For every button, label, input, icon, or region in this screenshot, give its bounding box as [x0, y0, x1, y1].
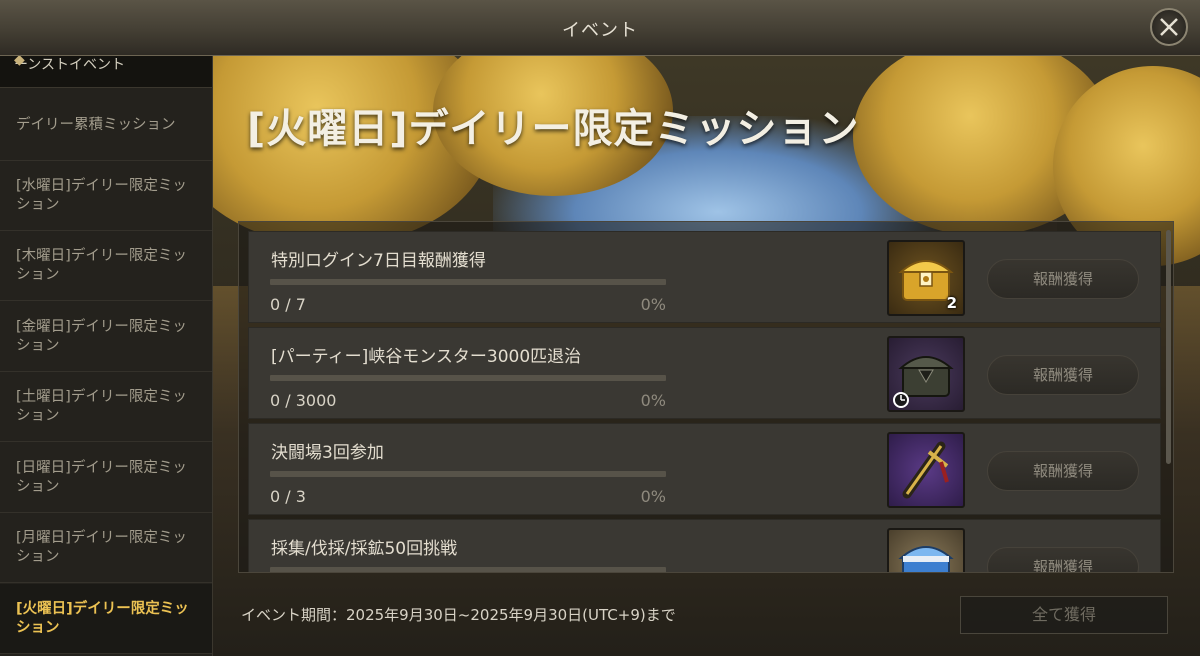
- reward-slot[interactable]: [887, 432, 965, 508]
- sidebar-item-label: [金曜日]デイリー限定ミッション: [16, 318, 187, 354]
- sidebar-item-saturday[interactable]: [土曜日]デイリー限定ミッション: [0, 372, 212, 442]
- progress-percent: 0%: [640, 295, 666, 314]
- sidebar-item-label: [月曜日]デイリー限定ミッション: [16, 529, 187, 565]
- progress-bar: [270, 279, 666, 285]
- mission-row: 特別ログイン7日目報酬獲得 0 / 7 0% 2 報酬獲得: [248, 231, 1161, 323]
- chevron-down-icon: ◆: [14, 56, 25, 68]
- sidebar-item-tuesday[interactable]: [火曜日]デイリー限定ミッション: [0, 584, 212, 654]
- claim-reward-button[interactable]: 報酬獲得: [987, 547, 1139, 572]
- sidebar-item-sunday[interactable]: [日曜日]デイリー限定ミッション: [0, 443, 212, 513]
- sidebar-item-label: デイリー累積ミッション: [16, 117, 176, 133]
- progress-percent: 0%: [640, 391, 666, 410]
- sidebar-item-thursday[interactable]: [木曜日]デイリー限定ミッション: [0, 231, 212, 301]
- sidebar-category-header[interactable]: ーンストイベント ◆: [0, 56, 212, 88]
- sidebar-item-label: [日曜日]デイリー限定ミッション: [16, 459, 187, 495]
- progress-percent: 0%: [640, 487, 666, 506]
- mission-name: 特別ログイン7日目報酬獲得: [271, 251, 486, 271]
- reward-slot[interactable]: [887, 336, 965, 412]
- page-title: [火曜日]デイリー限定ミッション: [247, 106, 860, 152]
- progress-count: 0 / 3000: [270, 391, 337, 410]
- mission-list[interactable]: 特別ログイン7日目報酬獲得 0 / 7 0% 2 報酬獲得 [パーティー]峡谷モ…: [238, 221, 1174, 573]
- mission-name: 決闘場3回参加: [271, 443, 384, 463]
- claim-all-button[interactable]: 全て獲得: [960, 596, 1168, 634]
- mission-name: 採集/伐採/採鉱50回挑戦: [271, 539, 458, 559]
- sidebar-item-monday[interactable]: [月曜日]デイリー限定ミッション: [0, 513, 212, 583]
- window-title: イベント: [562, 20, 638, 41]
- event-sidebar: ーンストイベント ◆ デイリー累積ミッション [水曜日]デイリー限定ミッション …: [0, 56, 213, 656]
- close-button[interactable]: [1150, 8, 1188, 46]
- sidebar-item-label: [水曜日]デイリー限定ミッション: [16, 177, 187, 213]
- sidebar-item-label: [木曜日]デイリー限定ミッション: [16, 247, 187, 283]
- reward-slot[interactable]: 2: [887, 240, 965, 316]
- progress-count: 0 / 7: [270, 295, 306, 314]
- sidebar-item-friday[interactable]: [金曜日]デイリー限定ミッション: [0, 302, 212, 372]
- sidebar-item-wednesday[interactable]: [水曜日]デイリー限定ミッション: [0, 161, 212, 231]
- progress-bar: [270, 375, 666, 381]
- title-bar: イベント: [0, 0, 1200, 56]
- mission-name: [パーティー]峡谷モンスター3000匹退治: [271, 347, 582, 367]
- progress-bar: [270, 567, 666, 572]
- blue-chest-icon: [898, 546, 954, 572]
- claim-reward-button[interactable]: 報酬獲得: [987, 451, 1139, 491]
- scrollbar[interactable]: [1166, 230, 1171, 464]
- reward-quantity: 2: [946, 294, 957, 312]
- mission-row: 決闘場3回参加 0 / 3 0% 報酬獲得: [248, 423, 1161, 515]
- mission-row: 採集/伐採/採鉱50回挑戦 報酬獲得: [248, 519, 1161, 572]
- claim-reward-button[interactable]: 報酬獲得: [987, 259, 1139, 299]
- reward-slot[interactable]: [887, 528, 965, 572]
- sword-icon: [902, 441, 949, 499]
- mission-panel: [火曜日]デイリー限定ミッション 特別ログイン7日目報酬獲得 0 / 7 0% …: [213, 56, 1200, 656]
- progress-bar: [270, 471, 666, 477]
- claim-reward-button[interactable]: 報酬獲得: [987, 355, 1139, 395]
- sidebar-item-daily-cumulative[interactable]: デイリー累積ミッション: [0, 91, 212, 161]
- event-period: イベント期間：2025年9月30日~2025年9月30日(UTC+9)まで: [241, 606, 676, 624]
- sidebar-item-label: [土曜日]デイリー限定ミッション: [16, 388, 187, 424]
- close-icon: [1160, 18, 1178, 36]
- progress-count: 0 / 3: [270, 487, 306, 506]
- dark-chest-icon: [893, 356, 954, 408]
- sidebar-item-label: [火曜日]デイリー限定ミッション: [16, 600, 189, 636]
- mission-row: [パーティー]峡谷モンスター3000匹退治 0 / 3000 0% 報酬獲得: [248, 327, 1161, 419]
